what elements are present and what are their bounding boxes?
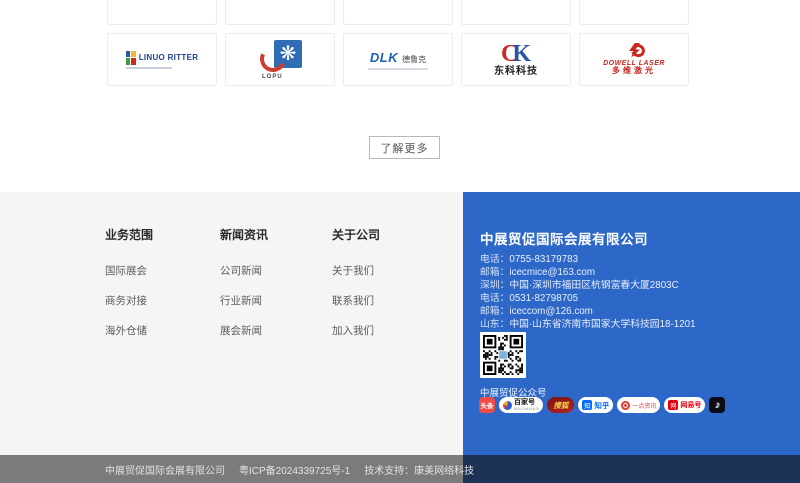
partner-logo-text: DLK — [370, 50, 398, 65]
douyin-icon[interactable]: ♪ — [709, 397, 725, 413]
baijiahao-icon[interactable]: 百家号 BAIJIAHAO — [499, 397, 543, 413]
partner-logo-text: LINUO RITTER — [139, 53, 199, 62]
footer-company-panel: 中展贸促国际会展有限公司 电话：0755-83179783 邮箱：icecmic… — [463, 192, 800, 455]
footer-column-title: 业务范围 — [105, 226, 153, 243]
tech-support: 技术支持：康美网络科技 — [364, 462, 474, 477]
contact-line-address-sd: 山东：中国·山东省济南市国家大学科技园18-1201 — [480, 318, 696, 331]
partner-cards-row-2: LINUO RITTER ❋ LOPU DLK 德鲁克 — [107, 33, 689, 86]
footer-link-join-us[interactable]: 加入我们 — [332, 323, 380, 338]
partner-card[interactable] — [461, 0, 571, 25]
yidian-circle-icon — [621, 401, 630, 410]
bottom-bar-navy-segment — [463, 455, 800, 483]
partner-card[interactable] — [579, 0, 689, 25]
footer-column-title: 关于公司 — [332, 226, 380, 243]
wangyi-square-icon: 网 — [668, 400, 678, 410]
dongke-monogram-icon: CK — [494, 42, 538, 66]
social-badges-row: 头条 百家号 BAIJIAHAO 搜狐 知 知乎 一点资讯 — [479, 397, 725, 413]
contact-line-email-sd: 邮箱：iceccom@126.com — [480, 305, 696, 318]
footer-link-company-news[interactable]: 公司新闻 — [220, 263, 268, 278]
footer-column-title: 新闻资讯 — [220, 226, 268, 243]
wechat-qr-code — [480, 332, 526, 378]
footer-link-columns: 业务范围 国际展会 商务对接 海外仓储 新闻资讯 公司新闻 行业新闻 展会新闻 … — [0, 192, 463, 455]
dowell-lightning-icon — [623, 43, 645, 59]
zhihu-zhi-icon: 知 — [582, 400, 592, 410]
contact-line-email-sz: 邮箱：icecmice@163.com — [480, 266, 696, 279]
partner-logo-cn: 德鲁克 — [402, 54, 426, 65]
copyright-company: 中展贸促国际会展有限公司 — [105, 462, 225, 477]
linuo-logo-icon — [126, 51, 136, 65]
partner-card-dowell[interactable]: DOWELL LASER 多维激光 — [579, 33, 689, 86]
contact-line-phone-sz: 电话：0755-83179783 — [480, 253, 696, 266]
partner-cards-row-1 — [107, 0, 689, 25]
sohu-icon[interactable]: 搜狐 — [547, 397, 574, 413]
partner-card-dongke[interactable]: CK 东科科技 — [461, 33, 571, 86]
footer-link-about-us[interactable]: 关于我们 — [332, 263, 380, 278]
partner-card[interactable] — [225, 0, 335, 25]
company-contact-lines: 电话：0755-83179783 邮箱：icecmice@163.com 深圳：… — [480, 253, 696, 331]
footer-link-overseas-warehouse[interactable]: 海外仓储 — [105, 323, 153, 338]
contact-line-phone-sd: 电话：0531-82798705 — [480, 292, 696, 305]
footer-link-industry-news[interactable]: 行业新闻 — [220, 293, 268, 308]
footer-column-about: 关于公司 关于我们 联系我们 加入我们 — [332, 226, 380, 353]
baijiahao-aperture-icon — [503, 401, 512, 410]
bottom-bar: 中展贸促国际会展有限公司 粤ICP备2024339725号-1 技术支持：康美网… — [0, 455, 800, 483]
partner-card-linuo[interactable]: LINUO RITTER — [107, 33, 217, 86]
yidian-icon[interactable]: 一点资讯 — [617, 397, 660, 413]
icp-number[interactable]: 粤ICP备2024339725号-1 — [239, 462, 350, 477]
partner-logo-cn: 多维激光 — [603, 67, 665, 76]
partner-logo-text: LOPU — [261, 74, 284, 80]
dlk-logo-subline — [368, 68, 428, 70]
linuo-logo-subline — [126, 67, 172, 69]
partner-card-lopu[interactable]: ❋ LOPU — [225, 33, 335, 86]
footer-column-news: 新闻资讯 公司新闻 行业新闻 展会新闻 — [220, 226, 268, 353]
contact-line-address-sz: 深圳：中国·深圳市福田区杭钢富春大厦2803C — [480, 279, 696, 292]
company-name: 中展贸促国际会展有限公司 — [480, 228, 648, 248]
learn-more-button[interactable]: 了解更多 — [369, 136, 440, 159]
footer-link-business-matching[interactable]: 商务对接 — [105, 293, 153, 308]
page: LINUO RITTER ❋ LOPU DLK 德鲁克 — [0, 0, 800, 483]
copyright-line: 中展贸促国际会展有限公司 粤ICP备2024339725号-1 技术支持：康美网… — [105, 455, 474, 483]
wangyi-icon[interactable]: 网 网易号 — [664, 397, 705, 413]
zhihu-icon[interactable]: 知 知乎 — [578, 397, 613, 413]
footer-link-intl-exhibition[interactable]: 国际展会 — [105, 263, 153, 278]
footer-column-business: 业务范围 国际展会 商务对接 海外仓储 — [105, 226, 153, 353]
toutiao-icon[interactable]: 头条 — [479, 397, 495, 413]
partner-logo-text: 东科科技 — [494, 67, 538, 77]
footer-link-exhibition-news[interactable]: 展会新闻 — [220, 323, 268, 338]
partner-card-dlk[interactable]: DLK 德鲁克 — [343, 33, 453, 86]
partner-card[interactable] — [107, 0, 217, 25]
footer: 业务范围 国际展会 商务对接 海外仓储 新闻资讯 公司新闻 行业新闻 展会新闻 … — [0, 192, 800, 455]
partner-card[interactable] — [343, 0, 453, 25]
footer-link-contact-us[interactable]: 联系我们 — [332, 293, 380, 308]
